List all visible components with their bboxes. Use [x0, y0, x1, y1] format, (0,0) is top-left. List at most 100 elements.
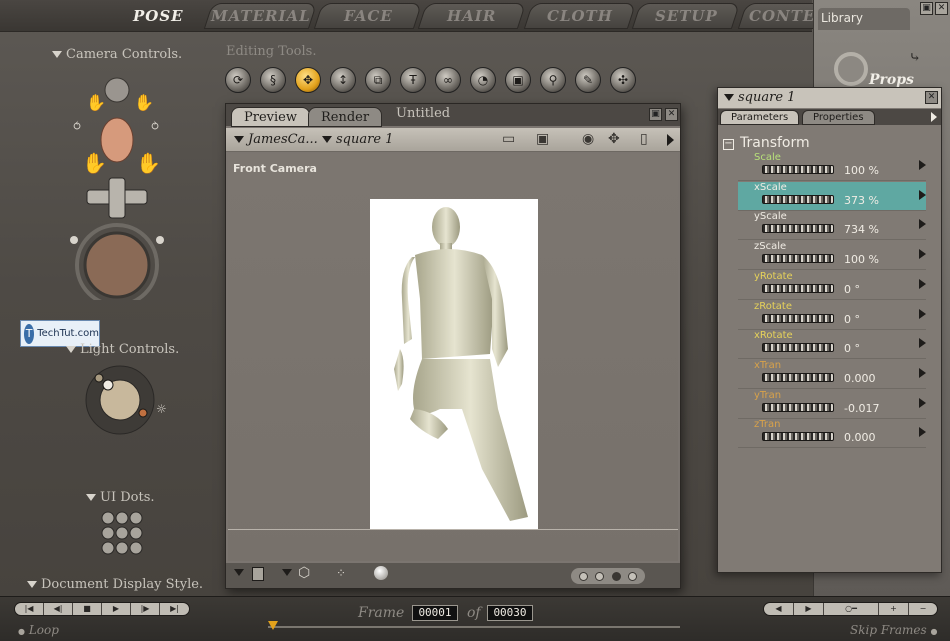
param-dial[interactable]	[762, 313, 834, 323]
skip-frames-toggle[interactable]: Skip Frames ●	[850, 623, 938, 637]
param-row-scale[interactable]: Scale 100 %	[738, 152, 926, 181]
camera-controls-header[interactable]: Camera Controls.	[52, 47, 182, 62]
param-menu-arrow-icon[interactable]	[919, 427, 926, 438]
transform-group-header[interactable]: − Transform	[723, 135, 810, 151]
play-icon[interactable]: ▶	[102, 603, 131, 615]
view-magnify-icon[interactable]: ⚲	[540, 67, 566, 93]
param-dial[interactable]	[762, 283, 834, 293]
view-dot-1[interactable]	[578, 571, 588, 581]
param-dial[interactable]	[762, 343, 834, 353]
render-settings-icon[interactable]: ▭	[502, 131, 515, 147]
keyframes-icon[interactable]: ○━	[824, 603, 879, 615]
param-dial[interactable]	[762, 165, 834, 174]
parameters-close-button[interactable]: ✕	[925, 91, 938, 104]
tab-setup[interactable]: SETUP	[631, 3, 741, 29]
library-arrow-icon[interactable]: ⤷	[909, 50, 921, 66]
twist-icon[interactable]: §	[260, 67, 286, 93]
tab-cloth[interactable]: CLOTH	[523, 3, 637, 29]
param-row-yscale[interactable]: yScale 734 %	[738, 211, 926, 241]
param-value[interactable]: 0.000	[844, 431, 876, 444]
document-close-button[interactable]: ✕	[665, 108, 678, 121]
param-value[interactable]: 734 %	[844, 223, 879, 236]
param-dial[interactable]	[762, 402, 834, 412]
add-keyframe-icon[interactable]: +	[879, 603, 909, 615]
render-icon[interactable]: ▣	[536, 131, 549, 147]
param-row-ztran[interactable]: zTran 0.000	[738, 419, 926, 449]
pan-view-icon[interactable]: ✥	[608, 131, 620, 147]
tab-parameters[interactable]: Parameters	[720, 110, 800, 125]
library-expand-button[interactable]: ▣	[920, 2, 933, 15]
param-value[interactable]: 0 °	[844, 283, 860, 296]
view-dot-2[interactable]	[595, 571, 605, 581]
tab-render[interactable]: Render	[308, 107, 383, 127]
param-value[interactable]: 100 %	[844, 164, 879, 177]
param-menu-arrow-icon[interactable]	[919, 338, 926, 349]
param-menu-arrow-icon[interactable]	[919, 219, 926, 230]
param-menu-arrow-icon[interactable]	[919, 367, 926, 378]
param-menu-arrow-icon[interactable]	[919, 397, 926, 408]
view-dot-4[interactable]	[628, 571, 638, 581]
step-forward-icon[interactable]: |▶	[131, 603, 160, 615]
go-to-start-icon[interactable]: |◀	[15, 603, 44, 615]
preview-viewport[interactable]: Front Camera	[228, 154, 678, 561]
param-menu-arrow-icon[interactable]	[919, 278, 926, 289]
param-value[interactable]: 0 °	[844, 313, 860, 326]
figure-style-dropdown-icon[interactable]	[282, 569, 292, 576]
display-options-icon[interactable]: ◉	[582, 131, 594, 147]
document-expand-button[interactable]: ▣	[649, 108, 662, 121]
view-dots[interactable]	[571, 568, 645, 584]
props-category-icon[interactable]	[834, 52, 868, 86]
translate-in-out-icon[interactable]: ↕	[330, 67, 356, 93]
tab-face[interactable]: FACE	[313, 3, 423, 29]
library-close-button[interactable]: ✕	[935, 2, 948, 15]
document-display-style-header[interactable]: Document Display Style.	[27, 577, 203, 592]
style-dropdown-icon[interactable]	[234, 569, 244, 576]
param-dial[interactable]	[762, 224, 834, 234]
tab-preview[interactable]: Preview	[231, 107, 310, 127]
tab-material[interactable]: MATERIAL	[203, 3, 318, 29]
current-frame-field[interactable]: 00001	[412, 605, 458, 621]
scale-icon[interactable]: ⧉	[365, 67, 391, 93]
library-title[interactable]: Library	[818, 8, 910, 30]
cube-icon[interactable]: ⬡	[298, 565, 310, 581]
taper-icon[interactable]: Ŧ	[400, 67, 426, 93]
view-dot-3[interactable]	[611, 571, 621, 581]
tab-properties[interactable]: Properties	[802, 110, 875, 125]
ui-dots-grid[interactable]	[100, 510, 150, 558]
param-value[interactable]: 0 °	[844, 342, 860, 355]
param-row-xrotate[interactable]: xRotate 0 °	[738, 330, 926, 360]
stop-icon[interactable]: ■	[73, 603, 102, 615]
param-menu-arrow-icon[interactable]	[919, 308, 926, 319]
library-category-label[interactable]: Props	[869, 72, 914, 88]
chain-break-icon[interactable]: ∞	[435, 67, 461, 93]
total-frames-field[interactable]: 00030	[487, 605, 533, 621]
parameters-menu-arrow-icon[interactable]	[931, 112, 937, 122]
ground-shadow-icon[interactable]: ⁘	[336, 566, 346, 580]
param-menu-arrow-icon[interactable]	[919, 189, 926, 200]
param-row-zrotate[interactable]: zRotate 0 °	[738, 301, 926, 330]
loop-toggle[interactable]: ● Loop	[18, 623, 59, 637]
param-row-xscale[interactable]: xScale 373 %	[738, 181, 926, 211]
camera-select[interactable]: JamesCa...	[234, 132, 318, 147]
parameters-title[interactable]: square 1	[738, 90, 795, 105]
param-dial[interactable]	[762, 254, 834, 264]
color-icon[interactable]: ◔	[470, 67, 496, 93]
next-keyframe-icon[interactable]: ▶	[794, 603, 824, 615]
prev-keyframe-icon[interactable]: ◀	[764, 603, 794, 615]
param-dial[interactable]	[762, 194, 834, 204]
remove-keyframe-icon[interactable]: −	[909, 603, 937, 615]
sphere-icon[interactable]	[374, 566, 388, 580]
rotate-icon[interactable]: ⟳	[225, 67, 251, 93]
param-dial[interactable]	[762, 372, 834, 382]
box-style-icon[interactable]	[252, 567, 264, 581]
grouping-icon[interactable]: ▣	[505, 67, 531, 93]
param-menu-arrow-icon[interactable]	[919, 249, 926, 260]
ui-dots-header[interactable]: UI Dots.	[86, 490, 155, 505]
param-value[interactable]: 100 %	[844, 253, 879, 266]
actor-dropdown-icon[interactable]	[724, 94, 734, 101]
param-row-ytran[interactable]: yTran -0.017	[738, 390, 926, 419]
param-row-xtran[interactable]: xTran 0.000	[738, 360, 926, 389]
param-menu-arrow-icon[interactable]	[919, 160, 926, 170]
fly-view-icon[interactable]: ▯	[640, 131, 648, 147]
step-back-icon[interactable]: ◀|	[44, 603, 73, 615]
